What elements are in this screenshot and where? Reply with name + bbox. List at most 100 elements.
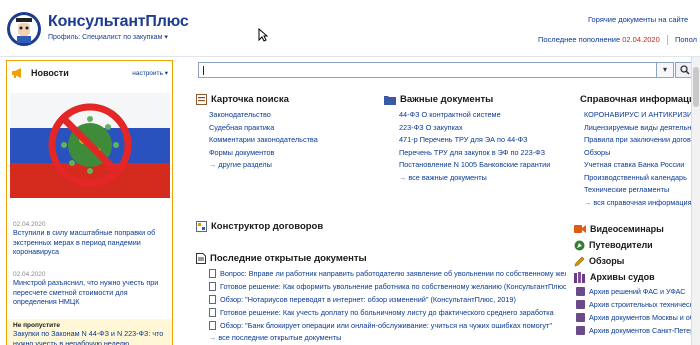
search-card-section: Карточка поиска Законодательство Судебна… xyxy=(196,94,318,172)
search-input[interactable] xyxy=(198,62,672,78)
recent-docs-section: Последние открытые документы Вопрос: Впр… xyxy=(196,253,566,345)
guides-label[interactable]: Путеводители xyxy=(589,240,653,250)
archive-link[interactable]: Архив строительных технических норм xyxy=(589,298,700,311)
recent-doc-item[interactable]: Обзор: "Нотариусов переводят в интернет:… xyxy=(209,293,566,306)
recent-doc-item[interactable]: Вопрос: Вправе ли работник направить раб… xyxy=(209,267,566,280)
doc-icon xyxy=(209,308,216,317)
reference-link-rate[interactable]: Учетная ставка Банка России xyxy=(584,159,691,172)
recent-more-link[interactable]: все последние открытые документы xyxy=(209,332,566,345)
archive-item[interactable]: Архив документов Санкт-Петербурга xyxy=(576,324,700,337)
card-more-link[interactable]: другие разделы xyxy=(209,159,318,172)
section-title[interactable]: Справочная информация xyxy=(576,94,691,105)
search-card-list: Законодательство Судебная практика Комме… xyxy=(196,109,318,172)
news-headline[interactable]: Минстрой разъяснил, что нужно учесть при… xyxy=(13,278,171,307)
video-seminars-link[interactable]: Видеосеминары xyxy=(574,221,700,237)
archive-item[interactable]: Архив строительных технических норм xyxy=(576,298,700,311)
contract-constructor-title[interactable]: Конструктор договоров xyxy=(211,221,323,232)
archive-link[interactable]: Архив документов Москвы и области xyxy=(589,311,700,324)
reference-more-link[interactable]: вся справочная информация xyxy=(584,197,691,210)
pencil-icon xyxy=(574,256,585,266)
news-title: Новости xyxy=(31,68,69,78)
search-history-dropdown[interactable]: ▾ xyxy=(656,62,674,78)
archive-link[interactable]: Архив решений ФАС и УФАС xyxy=(589,285,686,298)
news-item[interactable]: 02.04.2020 Минстрой разъяснил, что нужно… xyxy=(13,271,171,307)
news-header: Новости настроить ▾ xyxy=(7,61,172,85)
archive-link[interactable]: Архив документов Санкт-Петербурга xyxy=(589,324,700,337)
card-link-forms[interactable]: Формы документов xyxy=(209,147,318,160)
reviews-link[interactable]: Обзоры xyxy=(574,253,700,269)
reviews-label[interactable]: Обзоры xyxy=(589,256,624,266)
profile-selector[interactable]: Профиль: Специалист по закупкам ▾ xyxy=(48,33,168,41)
news-date: 02.04.2020 xyxy=(13,271,46,278)
reference-link-rules[interactable]: Правила при заключении договора xyxy=(584,134,691,147)
last-update-label[interactable]: Последнее пополнение xyxy=(538,35,620,44)
news-config-link[interactable]: настроить ▾ xyxy=(132,69,168,77)
dont-miss-text[interactable]: Закупки по Законам N 44-ФЗ и N 223-ФЗ: ч… xyxy=(13,329,168,345)
court-archives-title[interactable]: Архивы судов xyxy=(574,269,700,285)
dont-miss-block[interactable]: Не пропустите Закупки по Законам N 44-ФЗ… xyxy=(7,319,172,345)
recent-doc-title[interactable]: Готовое решение: Как оформить увольнение… xyxy=(220,282,566,291)
section-title[interactable]: Карточка поиска xyxy=(196,94,318,105)
news-panel: Новости настроить ▾ 02.04.2020 Вступили … xyxy=(6,60,173,345)
divider xyxy=(666,35,668,46)
important-link-1005[interactable]: Постановление N 1005 Банковские гарантии xyxy=(399,159,550,172)
reference-link-regulations[interactable]: Технические регламенты xyxy=(584,184,691,197)
archive-icon xyxy=(576,287,585,296)
guides-link[interactable]: Путеводители xyxy=(574,237,700,253)
top-bar: КонсультантПлюс Профиль: Специалист по з… xyxy=(0,0,700,57)
recent-doc-title[interactable]: Вопрос: Вправе ли работник направить раб… xyxy=(220,269,566,278)
card-link-commentary[interactable]: Комментарии законодательства xyxy=(209,134,318,147)
section-title[interactable]: Важные документы xyxy=(384,94,550,105)
recent-doc-title[interactable]: Готовое решение: Как учесть доплату по б… xyxy=(220,308,554,317)
recent-doc-item[interactable]: Обзор: "Банк блокирует операции или онла… xyxy=(209,319,566,332)
search-icon xyxy=(680,65,690,75)
card-link-legislation[interactable]: Законодательство xyxy=(209,109,318,122)
reference-title[interactable]: Справочная информация xyxy=(580,94,691,105)
update-extra-link[interactable]: Попол xyxy=(675,35,697,44)
logo-icon xyxy=(7,12,41,46)
archive-icon xyxy=(576,300,585,309)
important-link-471r[interactable]: 471-р Перечень ТРУ для ЭА по 44-ФЗ xyxy=(399,134,550,147)
news-item[interactable]: 02.04.2020 Вступили в силу масштабные по… xyxy=(13,221,171,257)
archive-icon xyxy=(576,326,585,335)
folder-icon xyxy=(384,95,396,105)
news-image[interactable] xyxy=(10,93,170,198)
reference-list: КОРОНАВИРУС И АНТИКРИЗИСНЫЕ МЕРЫ Лицензи… xyxy=(576,109,691,209)
last-update: Последнее пополнение 02.04.2020 Попол xyxy=(538,35,697,46)
important-link-tru[interactable]: Перечень ТРУ для закупок в ЭФ по 223-ФЗ xyxy=(399,147,550,160)
news-headline[interactable]: Вступили в силу масштабные поправки об э… xyxy=(13,228,171,257)
video-icon xyxy=(574,225,586,233)
recent-doc-item[interactable]: Готовое решение: Как учесть доплату по б… xyxy=(209,306,566,319)
archive-books-icon xyxy=(574,271,585,283)
important-link-44fz[interactable]: 44-ФЗ О контрактной системе xyxy=(399,109,550,122)
card-link-court-practice[interactable]: Судебная практика xyxy=(209,122,318,135)
important-link-223fz[interactable]: 223-ФЗ О закупках xyxy=(399,122,550,135)
recent-doc-title[interactable]: Обзор: "Нотариусов переводят в интернет:… xyxy=(220,295,516,304)
important-docs-list: 44-ФЗ О контрактной системе 223-ФЗ О зак… xyxy=(384,109,550,184)
coronavirus-flag-image xyxy=(10,93,170,198)
brand-name: КонсультантПлюс xyxy=(48,13,189,30)
reference-link-licensing[interactable]: Лицензируемые виды деятельности xyxy=(584,122,691,135)
scrollbar-thumb[interactable] xyxy=(693,67,699,107)
vertical-scrollbar[interactable] xyxy=(691,57,700,345)
archive-icon xyxy=(576,313,585,322)
hot-documents-link[interactable]: Горячие документы на сайте xyxy=(588,15,688,24)
search-card-title[interactable]: Карточка поиска xyxy=(211,94,289,105)
important-docs-title[interactable]: Важные документы xyxy=(400,94,493,105)
reference-link-calendar[interactable]: Производственный календарь xyxy=(584,172,691,185)
video-seminars-label[interactable]: Видеосеминары xyxy=(590,224,664,234)
guide-icon xyxy=(574,240,585,250)
court-archives-label[interactable]: Архивы судов xyxy=(590,272,655,282)
recent-docs-title[interactable]: Последние открытые документы xyxy=(210,253,367,264)
important-more-link[interactable]: все важные документы xyxy=(399,172,550,185)
recent-doc-item[interactable]: Готовое решение: Как оформить увольнение… xyxy=(209,280,566,293)
contract-constructor-link[interactable]: Конструктор договоров xyxy=(196,221,323,232)
important-docs-section: Важные документы 44-ФЗ О контрактной сис… xyxy=(384,94,550,184)
archive-item[interactable]: Архив решений ФАС и УФАС xyxy=(576,285,700,298)
reference-link-reviews[interactable]: Обзоры xyxy=(584,147,691,160)
reference-link-coronavirus[interactable]: КОРОНАВИРУС И АНТИКРИЗИСНЫЕ МЕРЫ xyxy=(584,109,691,122)
reference-section: Справочная информация КОРОНАВИРУС И АНТИ… xyxy=(576,94,691,209)
archive-item[interactable]: Архив документов Москвы и области xyxy=(576,311,700,324)
doc-icon xyxy=(209,321,216,330)
recent-doc-title[interactable]: Обзор: "Банк блокирует операции или онла… xyxy=(220,321,552,330)
